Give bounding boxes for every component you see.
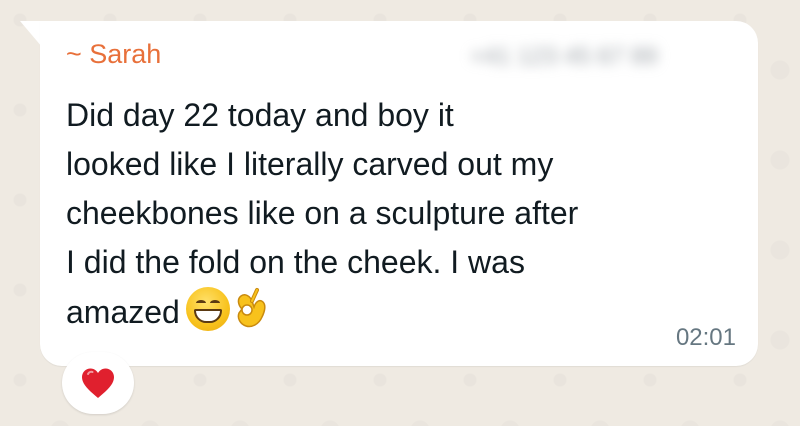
message-timestamp: 02:01 — [675, 324, 736, 351]
message-line: I did the fold on the cheek. I was — [66, 244, 525, 280]
message-bubble[interactable]: ~ Sarah +41 123 45 67 89 Did day 22 toda… — [40, 21, 758, 366]
bubble-tail — [20, 21, 42, 47]
grinning-face-emoji-icon — [185, 287, 230, 331]
message-text: Did day 22 today and boy it looked like … — [66, 91, 746, 345]
message-line: looked like I literally carved out my — [66, 146, 554, 182]
message-line: Did day 22 today and boy it — [66, 97, 454, 133]
sender-name[interactable]: ~ Sarah — [66, 39, 161, 70]
message-line: amazed — [66, 294, 180, 330]
message-line: cheekbones like on a sculpture after — [66, 195, 579, 231]
red-heart-icon — [82, 368, 114, 398]
ok-hand-emoji-icon — [232, 287, 270, 345]
sender-phone-blurred: +41 123 45 67 89 — [470, 43, 658, 70]
message-line-last: amazed — [66, 287, 746, 345]
reaction-badge[interactable] — [62, 352, 134, 414]
